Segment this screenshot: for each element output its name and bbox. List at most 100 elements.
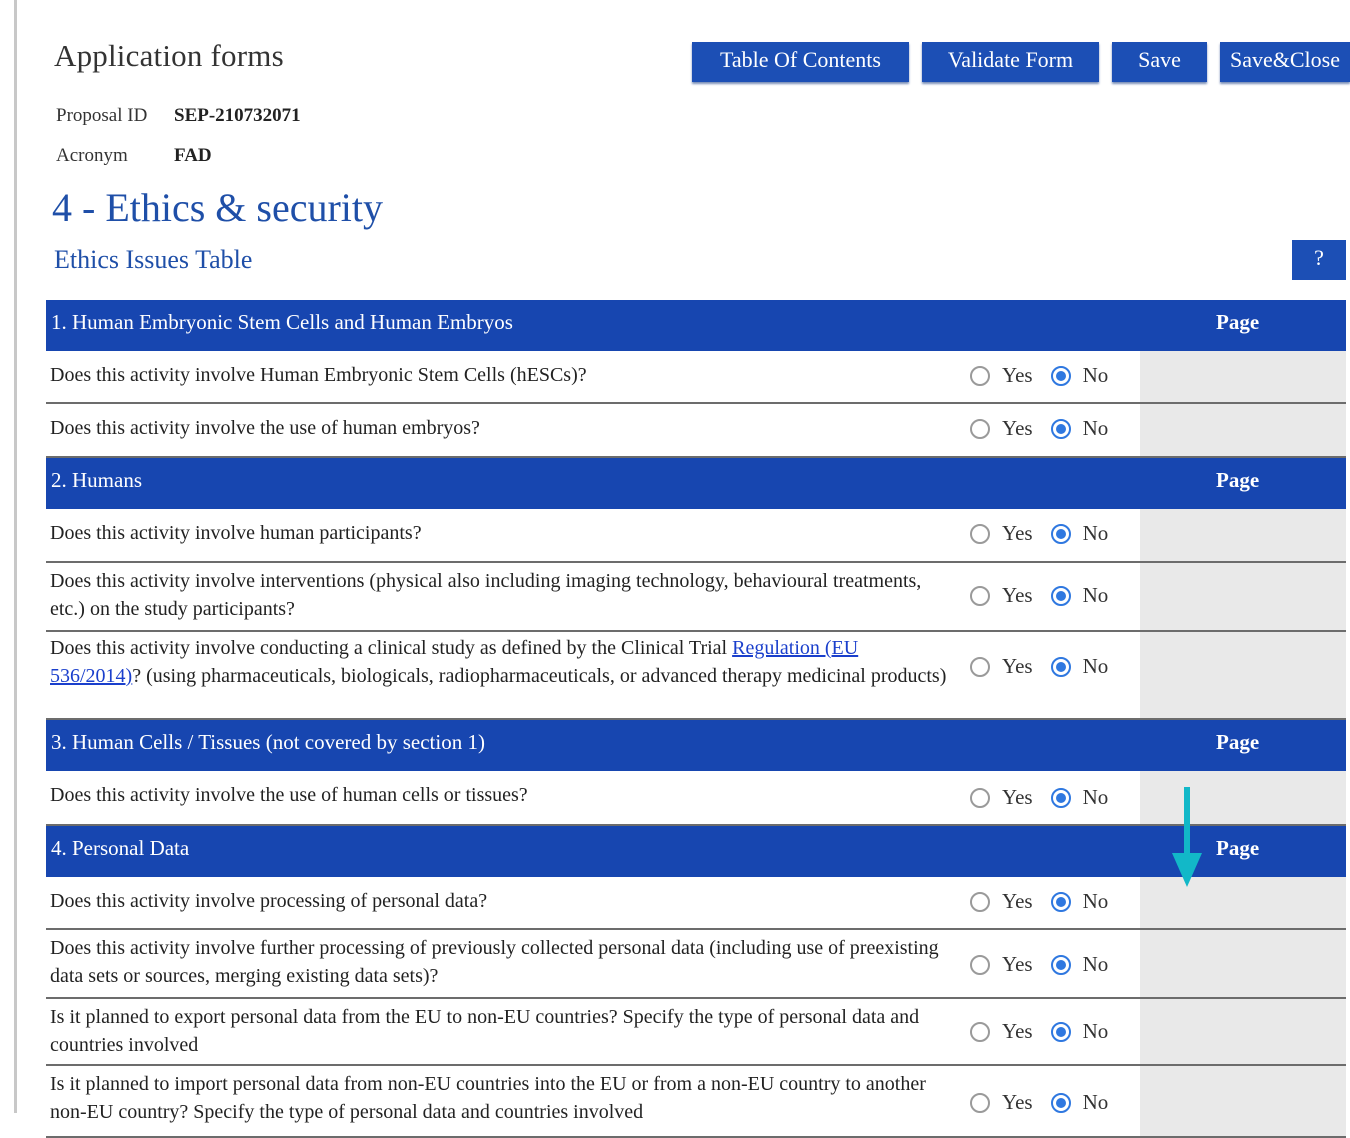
page-cell[interactable] xyxy=(1140,930,1346,997)
page-column-header: Page xyxy=(1216,468,1260,492)
section-header: 4. Personal Data Page xyxy=(46,826,1346,877)
no-label: No xyxy=(1082,1090,1109,1114)
question-text: Does this activity involve the use of hu… xyxy=(50,417,480,439)
page-cell[interactable] xyxy=(1140,632,1346,718)
save-button[interactable]: Save xyxy=(1112,42,1207,82)
table-of-contents-button[interactable]: Table Of Contents xyxy=(692,42,909,82)
no-radio[interactable] xyxy=(1050,1021,1071,1042)
yes-no-radio-group: Yes No xyxy=(970,952,1126,977)
question-row: Does this activity involve processing of… xyxy=(46,877,1346,930)
yes-label: Yes xyxy=(1002,521,1033,545)
yes-radio[interactable] xyxy=(970,1021,990,1042)
yes-label: Yes xyxy=(1002,952,1033,976)
page-cell[interactable] xyxy=(1140,1066,1346,1136)
no-label: No xyxy=(1082,889,1109,913)
question-text-pre: Does this activity involve conducting a … xyxy=(50,637,733,659)
question-row: Does this activity involve further proce… xyxy=(46,930,1346,999)
section-header-title: 1. Human Embryonic Stem Cells and Human … xyxy=(51,310,513,334)
save-close-button[interactable]: Save&Close xyxy=(1220,42,1350,82)
no-label: No xyxy=(1082,583,1109,607)
no-label: No xyxy=(1082,416,1109,440)
question-text: Does this activity involve interventions… xyxy=(50,570,922,620)
yes-radio[interactable] xyxy=(970,523,990,544)
yes-radio[interactable] xyxy=(970,954,990,975)
page-column-header: Page xyxy=(1216,730,1260,754)
yes-label: Yes xyxy=(1002,416,1033,440)
page-cell[interactable] xyxy=(1140,563,1346,630)
yes-no-radio-group: Yes No xyxy=(970,1019,1126,1044)
yes-radio[interactable] xyxy=(970,585,990,606)
yes-radio[interactable] xyxy=(970,1092,990,1113)
no-radio[interactable] xyxy=(1050,891,1071,912)
section-header: 1. Human Embryonic Stem Cells and Human … xyxy=(46,300,1346,351)
yes-label: Yes xyxy=(1002,1090,1033,1114)
app-title: Application forms xyxy=(54,38,284,73)
question-row: Does this activity involve conducting a … xyxy=(46,632,1346,720)
help-button[interactable]: ? xyxy=(1292,240,1346,280)
yes-no-radio-group: Yes No xyxy=(970,654,1126,679)
acronym-label: Acronym xyxy=(56,145,128,166)
yes-no-radio-group: Yes No xyxy=(970,785,1126,810)
no-label: No xyxy=(1082,654,1109,678)
proposal-id-value: SEP-210732071 xyxy=(174,105,301,126)
question-text: Does this activity involve further proce… xyxy=(50,937,939,987)
question-text: Does this activity involve processing of… xyxy=(50,890,488,912)
question-text: Is it planned to import personal data fr… xyxy=(50,1073,926,1123)
page-cell[interactable] xyxy=(1140,509,1346,561)
no-radio[interactable] xyxy=(1050,1092,1071,1113)
page-cell[interactable] xyxy=(1140,877,1346,928)
no-radio[interactable] xyxy=(1050,787,1071,808)
question-text: Does this activity involve human partici… xyxy=(50,522,422,544)
no-label: No xyxy=(1082,521,1109,545)
yes-label: Yes xyxy=(1002,785,1033,809)
yes-radio[interactable] xyxy=(970,656,990,677)
yes-no-radio-group: Yes No xyxy=(970,416,1126,441)
no-label: No xyxy=(1082,363,1109,387)
subsection-title: Ethics Issues Table xyxy=(54,245,253,274)
section-header-title: 4. Personal Data xyxy=(51,836,190,860)
no-label: No xyxy=(1082,952,1109,976)
no-radio[interactable] xyxy=(1050,954,1071,975)
no-radio[interactable] xyxy=(1050,656,1071,677)
acronym-value: FAD xyxy=(174,145,212,166)
question-text-post: ? (using pharmaceuticals, biologicals, r… xyxy=(132,665,947,687)
no-label: No xyxy=(1082,785,1109,809)
question-row: Is it planned to import personal data fr… xyxy=(46,1066,1346,1138)
question-text: Does this activity involve Human Embryon… xyxy=(50,364,587,386)
yes-no-radio-group: Yes No xyxy=(970,1090,1126,1115)
page-cell[interactable] xyxy=(1140,351,1346,402)
page-cell[interactable] xyxy=(1140,771,1346,824)
question-text: Does this activity involve conducting a … xyxy=(50,634,950,690)
page-cell[interactable] xyxy=(1140,999,1346,1064)
yes-label: Yes xyxy=(1002,889,1033,913)
yes-label: Yes xyxy=(1002,1019,1033,1043)
no-radio[interactable] xyxy=(1050,523,1071,544)
page-cell[interactable] xyxy=(1140,404,1346,456)
validate-form-button[interactable]: Validate Form xyxy=(922,42,1099,82)
question-text: Is it planned to export personal data fr… xyxy=(50,1006,920,1056)
yes-radio[interactable] xyxy=(970,418,990,439)
no-radio[interactable] xyxy=(1050,585,1071,606)
question-row: Does this activity involve the use of hu… xyxy=(46,404,1346,458)
question-text: Does this activity involve the use of hu… xyxy=(50,784,528,806)
ethics-issues-table: 1. Human Embryonic Stem Cells and Human … xyxy=(46,300,1346,1138)
yes-label: Yes xyxy=(1002,654,1033,678)
proposal-id-label: Proposal ID xyxy=(56,105,148,126)
page-column-header: Page xyxy=(1216,310,1260,334)
section-header-title: 2. Humans xyxy=(51,468,142,492)
question-row: Is it planned to export personal data fr… xyxy=(46,999,1346,1066)
left-border xyxy=(14,0,17,1113)
down-arrow-annotation xyxy=(1172,787,1202,887)
yes-radio[interactable] xyxy=(970,365,990,386)
yes-no-radio-group: Yes No xyxy=(970,521,1126,546)
section-header-title: 3. Human Cells / Tissues (not covered by… xyxy=(51,730,485,754)
question-row: Does this activity involve interventions… xyxy=(46,563,1346,632)
no-label: No xyxy=(1082,1019,1109,1043)
page-column-header: Page xyxy=(1216,836,1260,860)
yes-radio[interactable] xyxy=(970,891,990,912)
yes-radio[interactable] xyxy=(970,787,990,808)
no-radio[interactable] xyxy=(1050,365,1071,386)
no-radio[interactable] xyxy=(1050,418,1071,439)
yes-label: Yes xyxy=(1002,363,1033,387)
question-row: Does this activity involve the use of hu… xyxy=(46,771,1346,826)
